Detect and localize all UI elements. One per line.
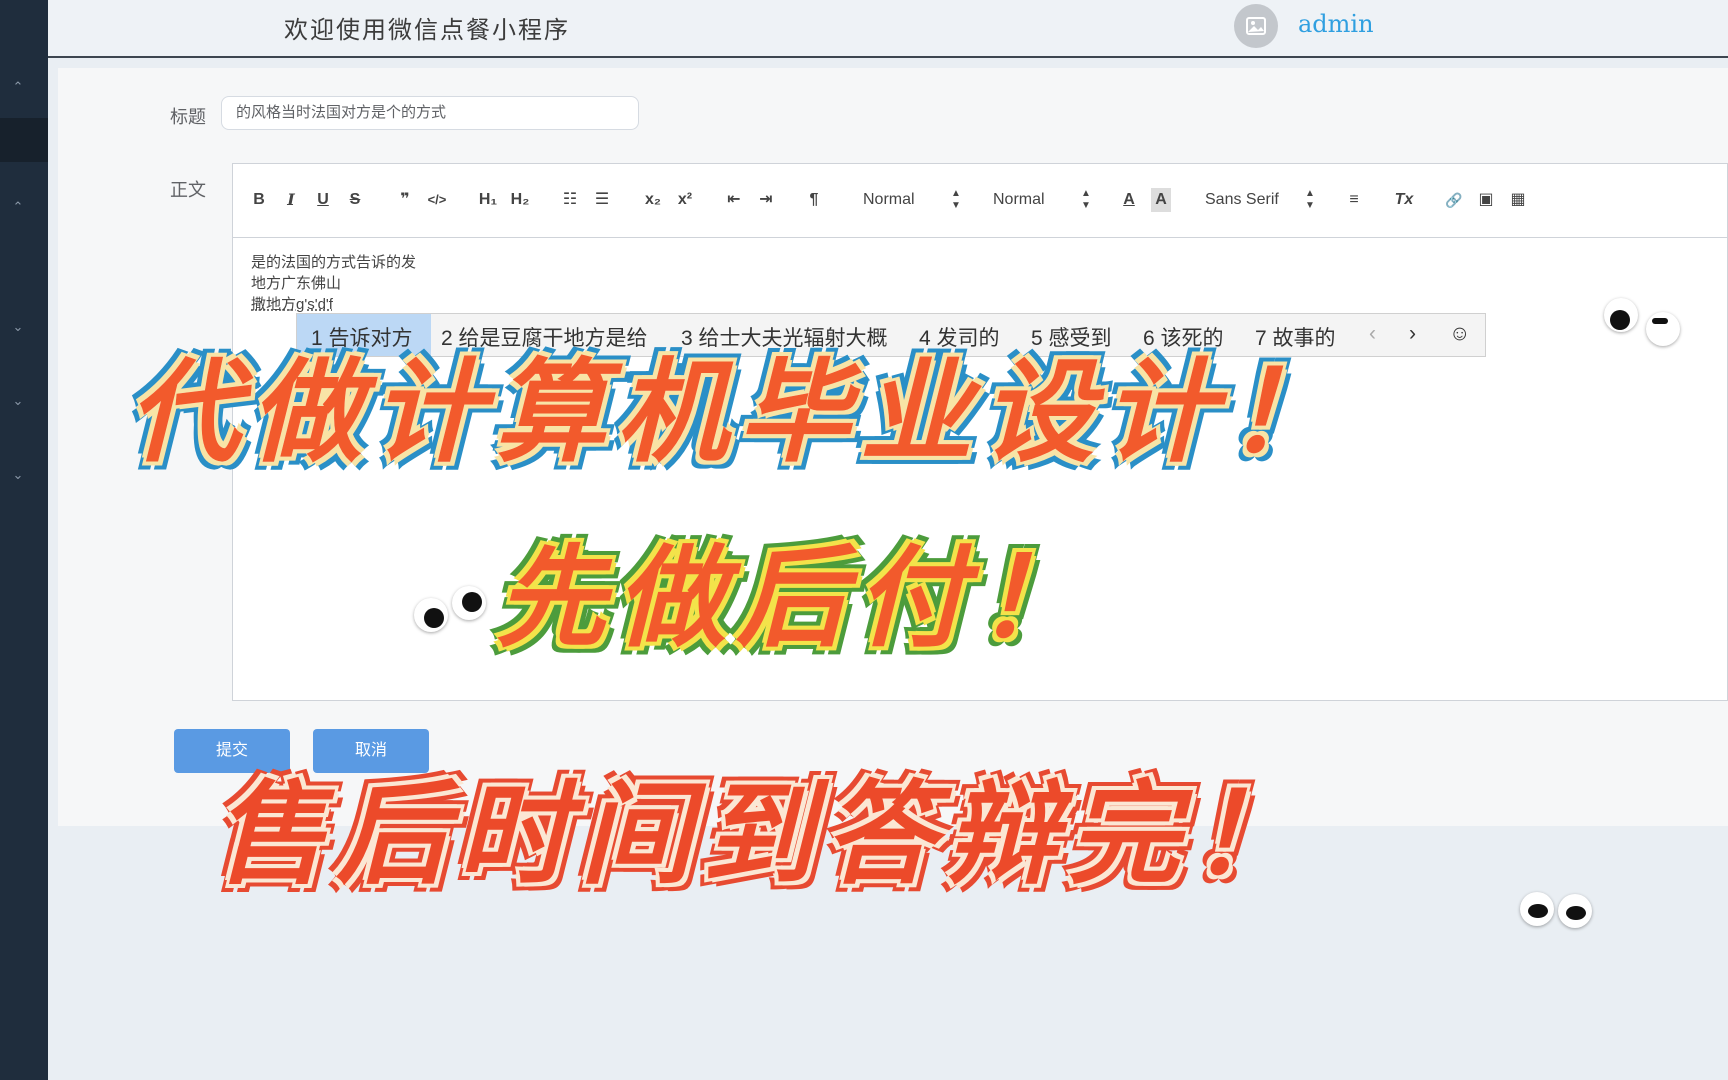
title-label: 标题: [170, 107, 206, 127]
googly-eye-icon: [414, 598, 448, 632]
blockquote-button[interactable]: ❞: [395, 188, 415, 212]
size-picker-value: Normal: [863, 191, 915, 208]
indent-button[interactable]: ⇥: [755, 188, 777, 212]
bold-button[interactable]: B: [249, 188, 269, 212]
font-picker[interactable]: Sans Serif ▲ ▼: [1205, 188, 1325, 212]
header-1-button[interactable]: H₁: [475, 188, 501, 212]
username-link[interactable]: admin: [1298, 10, 1374, 38]
promo-banner-line-3: 售后时间到答辩完！: [214, 770, 1312, 900]
subscript-button[interactable]: x₂: [641, 188, 665, 212]
editor-toolbar: B I U S ❞ </> H₁ H₂ ☷ ☰ x₂ x² ⇤ ⇥ ¶ Norm…: [233, 164, 1727, 238]
header-picker[interactable]: Normal ▲ ▼: [993, 188, 1103, 212]
font-picker-value: Sans Serif: [1205, 191, 1279, 208]
underline-button[interactable]: U: [313, 188, 333, 212]
size-picker[interactable]: Normal ▲ ▼: [863, 188, 973, 212]
welcome-title: 欢迎使用微信点餐小程序: [284, 16, 570, 44]
emoji-icon[interactable]: ☺: [1449, 322, 1470, 346]
text-color-button[interactable]: A: [1119, 188, 1139, 212]
chevron-down-icon[interactable]: ⌄: [11, 468, 25, 481]
editor-line: 撒地方g's'd'f: [251, 296, 333, 313]
image-placeholder-icon: [1246, 17, 1266, 35]
googly-eye-icon: [1558, 894, 1592, 928]
googly-eye-icon: [1646, 312, 1680, 346]
editor-line: 是的法国的方式告诉的发: [251, 254, 417, 271]
bullet-list-button[interactable]: ☰: [591, 188, 613, 212]
chevron-up-icon[interactable]: ⌃: [11, 200, 25, 213]
sidebar-item-active[interactable]: [0, 118, 48, 162]
googly-eye-icon: [1520, 892, 1554, 926]
clean-format-button[interactable]: Tx: [1393, 188, 1415, 212]
editor-line: 地方广东佛山: [251, 275, 342, 292]
editor-content[interactable]: 是的法国的方式告诉的发 地方广东佛山 撒地方g's'd'f: [251, 252, 416, 315]
header-2-button[interactable]: H₂: [507, 188, 533, 212]
picker-arrow-icon: ▲ ▼: [1081, 188, 1091, 211]
promo-banner-line-1: 代做计算机毕业设计！: [128, 348, 1348, 478]
avatar[interactable]: [1234, 4, 1278, 48]
image-button[interactable]: ▣: [1475, 188, 1497, 212]
ime-prev-icon[interactable]: ‹: [1369, 322, 1376, 346]
chevron-down-icon[interactable]: ⌄: [11, 320, 25, 333]
picker-arrow-icon: ▲ ▼: [1305, 188, 1315, 211]
header-picker-value: Normal: [993, 191, 1045, 208]
text-direction-button[interactable]: ¶: [803, 188, 825, 212]
googly-eye-icon: [1604, 298, 1638, 332]
ordered-list-button[interactable]: ☷: [559, 188, 581, 212]
ime-next-icon[interactable]: ›: [1409, 322, 1416, 346]
promo-banner-line-2: 先做后付！: [496, 534, 1096, 662]
superscript-button[interactable]: x²: [673, 188, 697, 212]
outdent-button[interactable]: ⇤: [723, 188, 745, 212]
body-label: 正文: [170, 180, 206, 200]
sidebar: ⌃ ⌃ ⌄ ⌄ ⌄: [0, 0, 48, 1080]
top-header: 欢迎使用微信点餐小程序 admin: [48, 0, 1728, 58]
align-button[interactable]: ≡: [1343, 188, 1365, 212]
chevron-up-icon[interactable]: ⌃: [11, 80, 25, 93]
code-block-button[interactable]: </>: [423, 188, 451, 212]
link-button[interactable]: 🔗: [1443, 188, 1465, 212]
title-input[interactable]: 的风格当时法国对方是个的方式: [221, 96, 639, 130]
video-button[interactable]: ▦: [1507, 188, 1529, 212]
googly-eye-icon: [452, 586, 486, 620]
chevron-down-icon[interactable]: ⌄: [11, 394, 25, 407]
strike-button[interactable]: S: [345, 188, 365, 212]
picker-arrow-icon: ▲ ▼: [951, 188, 961, 211]
background-color-button[interactable]: A: [1151, 188, 1171, 212]
italic-button[interactable]: I: [281, 188, 301, 212]
